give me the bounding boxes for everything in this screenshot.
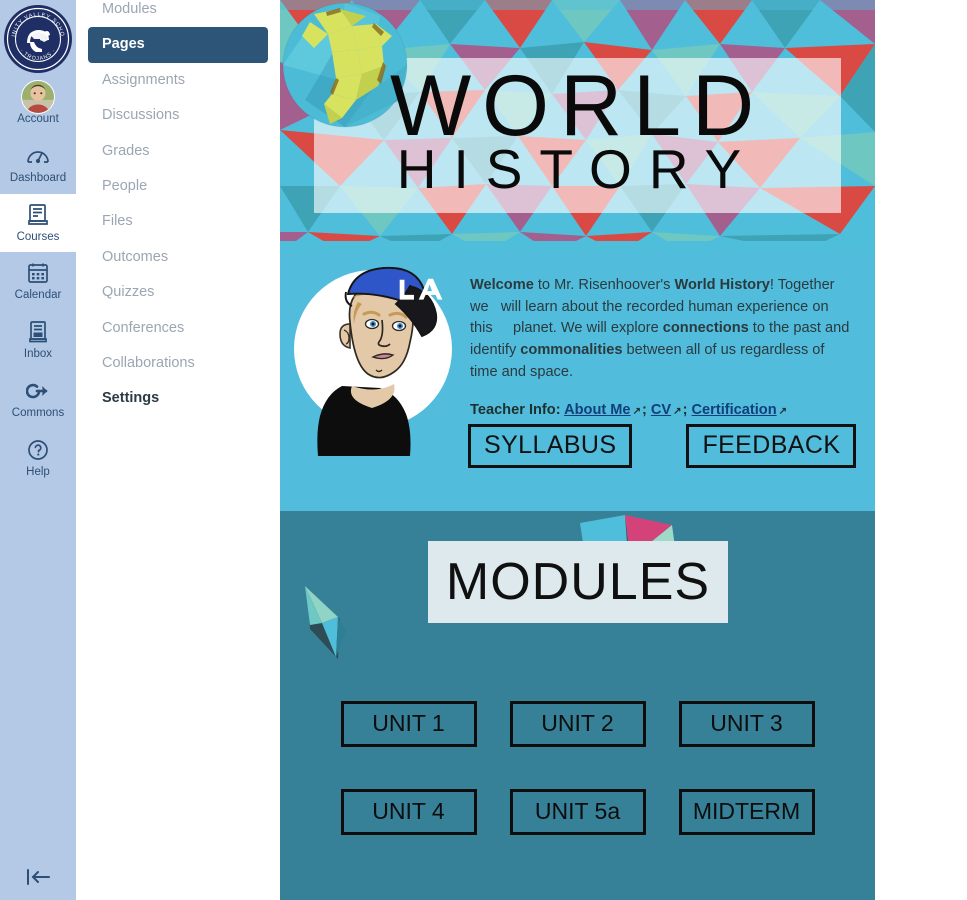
global-navigation: · TRINITY VALLEY SCHOOL · · TROJANS ·	[0, 0, 76, 900]
course-nav-item-files[interactable]: Files	[88, 204, 268, 239]
global-nav-label-courses: Courses	[16, 230, 60, 243]
inbox-icon	[27, 319, 49, 345]
course-nav-item-settings[interactable]: Settings	[88, 381, 268, 416]
school-logo[interactable]: · TRINITY VALLEY SCHOOL · · TROJANS ·	[0, 0, 76, 76]
course-nav-item-discussions[interactable]: Discussions	[88, 98, 268, 133]
course-navigation: Modules Pages Assignments Discussions Gr…	[76, 0, 280, 900]
external-link-icon: ↗	[673, 405, 682, 417]
banner-title-line2: HISTORY	[396, 138, 759, 200]
midterm-button[interactable]: MIDTERM	[678, 789, 815, 835]
global-nav-label-commons: Commons	[11, 406, 65, 419]
modules-banner: MODULES	[280, 511, 875, 696]
collapse-left-icon	[27, 869, 50, 885]
course-nav-item-people[interactable]: People	[88, 169, 268, 204]
course-nav-item-pages[interactable]: Pages	[88, 27, 268, 63]
global-nav-label-inbox: Inbox	[23, 348, 53, 361]
welcome-button-row: SYLLABUS FEEDBACK	[468, 424, 857, 468]
modules-section: MODULES UNIT 1 UNIT 2 UNIT 3 UNIT 4 UNIT…	[280, 511, 875, 900]
course-nav-list: Modules Pages Assignments Discussions Gr…	[88, 0, 268, 417]
global-nav-item-inbox[interactable]: Inbox	[0, 311, 76, 370]
link-separator-2: ;	[682, 401, 688, 418]
unit-4-button[interactable]: UNIT 4	[340, 789, 477, 835]
calendar-icon	[27, 260, 49, 286]
course-banner: WORLD HISTORY	[280, 0, 875, 253]
global-nav-item-account[interactable]: Account	[0, 76, 76, 135]
syllabus-button[interactable]: SYLLABUS	[468, 424, 633, 468]
link-certification[interactable]: Certification	[692, 402, 777, 418]
course-nav-item-grades[interactable]: Grades	[88, 134, 268, 169]
course-nav-item-quizzes[interactable]: Quizzes	[88, 275, 268, 310]
teacher-info-line: Teacher Info: About Me ↗; CV ↗; Certificat…	[470, 402, 853, 418]
course-nav-item-assignments[interactable]: Assignments	[88, 63, 268, 98]
external-link-icon: ↗	[778, 405, 788, 417]
modules-title: MODULES	[445, 553, 711, 611]
teacher-portrait	[280, 253, 470, 511]
link-about-me[interactable]: About Me	[564, 402, 630, 418]
commons-icon	[26, 378, 50, 404]
welcome-copy: Welcome to Mr. Risenhoover's World Histo…	[470, 253, 875, 511]
collapse-navigation-button[interactable]	[0, 860, 76, 894]
course-nav-item-collaborations[interactable]: Collaborations	[88, 346, 268, 381]
unit-1-button[interactable]: UNIT 1	[340, 701, 477, 747]
courses-book-icon	[27, 202, 49, 228]
teacher-info-label: Teacher Info:	[470, 401, 561, 418]
link-separator-1: ;	[641, 401, 647, 418]
global-nav-label-calendar: Calendar	[14, 289, 62, 302]
feedback-button[interactable]: FEEDBACK	[686, 424, 857, 468]
welcome-paragraph: Welcome to Mr. Risenhoover's World Histo…	[470, 277, 850, 380]
global-nav-item-commons[interactable]: Commons	[0, 370, 76, 429]
welcome-section: Welcome to Mr. Risenhoover's World Histo…	[280, 253, 875, 511]
help-question-icon	[27, 437, 49, 463]
external-link-icon: ↗	[632, 405, 641, 417]
course-nav-item-conferences[interactable]: Conferences	[88, 311, 268, 346]
world-history-page: WORLD HISTORY Welcome to Mr. Risenhoover…	[280, 0, 875, 900]
global-nav-label-account: Account	[17, 113, 59, 125]
user-avatar-photo-icon	[21, 80, 55, 114]
global-nav-item-calendar[interactable]: Calendar	[0, 252, 76, 311]
link-cv[interactable]: CV	[651, 402, 671, 418]
global-nav-item-dashboard[interactable]: Dashboard	[0, 135, 76, 194]
trinity-valley-school-seal-icon: · TRINITY VALLEY SCHOOL · · TROJANS ·	[3, 4, 72, 73]
course-nav-item-modules[interactable]: Modules	[88, 0, 268, 27]
canvas-page: · TRINITY VALLEY SCHOOL · · TROJANS ·	[0, 0, 967, 900]
unit-3-button[interactable]: UNIT 3	[678, 701, 815, 747]
dashboard-icon	[26, 143, 50, 169]
teacher-cartoon-portrait-icon	[317, 266, 443, 456]
global-nav-item-courses[interactable]: Courses	[0, 193, 76, 253]
unit-5a-button[interactable]: UNIT 5a	[509, 789, 646, 835]
unit-2-button[interactable]: UNIT 2	[509, 701, 646, 747]
banner-title-line1: WORLD	[389, 58, 766, 154]
page-content: WORLD HISTORY Welcome to Mr. Risenhoover…	[280, 0, 967, 900]
global-nav-label-help: Help	[26, 465, 50, 478]
unit-button-grid: UNIT 1 UNIT 2 UNIT 3 UNIT 4 UNIT 5a MIDT…	[280, 701, 875, 835]
global-nav-label-dashboard: Dashboard	[9, 171, 67, 184]
global-nav-item-help[interactable]: Help	[0, 429, 76, 488]
course-nav-item-outcomes[interactable]: Outcomes	[88, 240, 268, 275]
